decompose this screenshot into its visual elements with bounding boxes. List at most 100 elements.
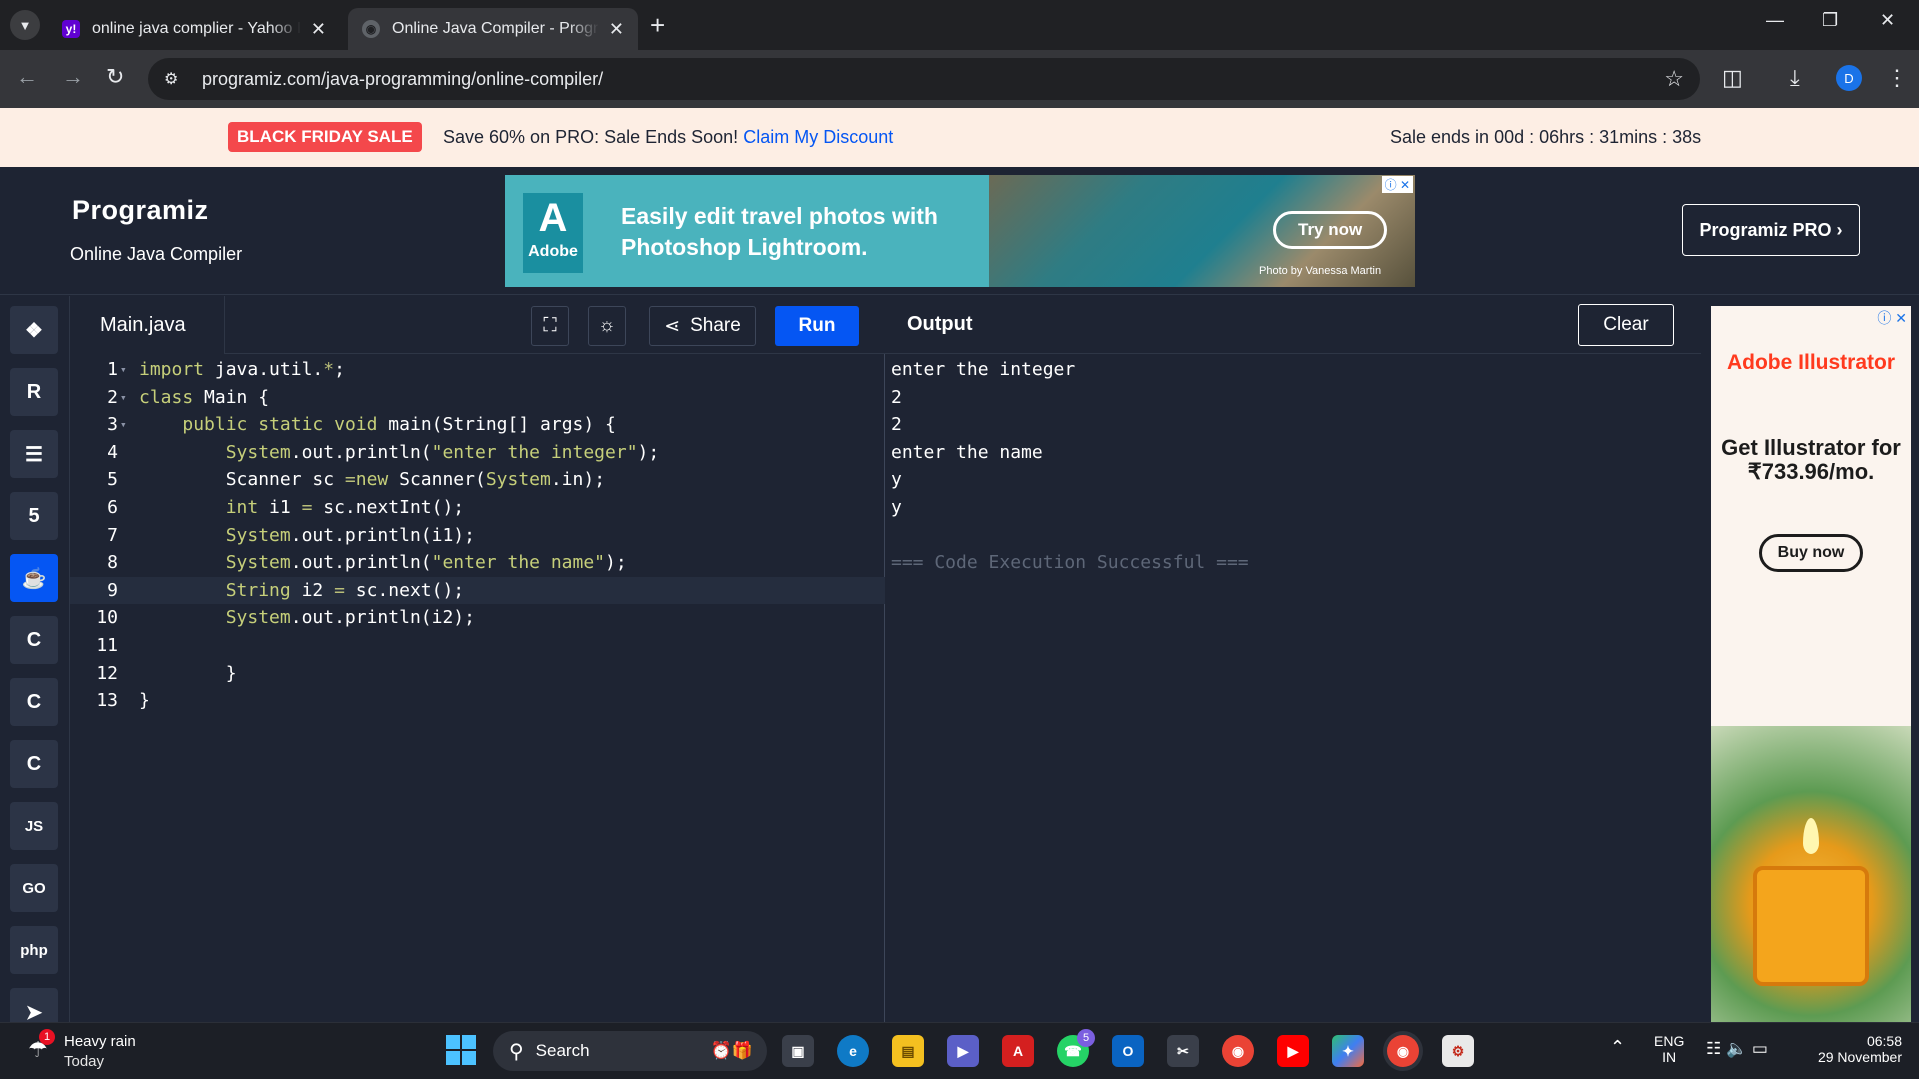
language-js-button[interactable]: JS (10, 802, 58, 850)
fold-arrow-icon[interactable]: ▾ (120, 384, 127, 411)
profile-avatar[interactable]: D (1836, 65, 1862, 91)
close-tab-icon[interactable]: ✕ (609, 19, 624, 40)
fold-arrow-icon[interactable]: ▾ (120, 356, 127, 383)
site-info-icon[interactable]: ⚙ (164, 69, 188, 89)
run-button[interactable]: Run (775, 306, 859, 346)
fullscreen-icon[interactable]: ⛶ (531, 306, 569, 346)
restore-icon[interactable]: ❐ (1822, 10, 1838, 31)
taskbar-search[interactable]: ⚲ Search ⏰🎁 (493, 1031, 767, 1071)
ad-brand: Adobe Illustrator (1726, 351, 1895, 374)
forward-icon[interactable]: → (62, 64, 84, 90)
back-icon[interactable]: ← (16, 64, 38, 90)
language-sql-button[interactable]: ☰ (10, 430, 58, 478)
snipping-tool-icon[interactable]: ✂ (1167, 1035, 1199, 1067)
code-line[interactable]: 3 ▾ public static void main(String[] args… (70, 411, 885, 438)
address-bar[interactable]: ⚙ programiz.com/java-programming/online-… (148, 58, 1700, 100)
bookmark-star-icon[interactable]: ☆ (1664, 66, 1684, 92)
code-line[interactable]: 7 System.out.println(i1); (70, 522, 885, 549)
app-icon[interactable]: ⚙ (1442, 1035, 1474, 1067)
wifi-volume-battery-icons[interactable]: ☷ 🔈 ▭ (1706, 1039, 1768, 1059)
top-ad-banner[interactable]: A Adobe Easily edit travel photos with P… (505, 175, 1415, 287)
task-view-icon[interactable]: ▣ (782, 1035, 814, 1067)
copilot-icon[interactable]: ✦ (1332, 1035, 1364, 1067)
php-icon: php (20, 941, 48, 959)
code-editor[interactable]: 1 ▾ import java.util.*; 2 ▾ class Main {3 ▾ pu… (70, 354, 885, 1022)
extensions-icon[interactable]: ◫ (1722, 65, 1743, 91)
language-cpp-button[interactable]: C (10, 678, 58, 726)
edge-icon[interactable]: e (837, 1035, 869, 1067)
programiz-pro-button[interactable]: Programiz PRO › (1682, 204, 1860, 256)
reload-icon[interactable]: ↻ (106, 64, 124, 90)
go-icon: GO (22, 879, 46, 897)
file-tab-main-java[interactable]: Main.java (70, 296, 225, 354)
code-line[interactable]: 1 ▾ import java.util.*; (70, 356, 885, 383)
theme-toggle-icon[interactable]: ☼ (588, 306, 626, 346)
youtube-icon[interactable]: ▶ (1277, 1035, 1309, 1067)
code-text: } (139, 662, 237, 684)
close-window-icon[interactable]: ✕ (1880, 10, 1895, 31)
language-r-button[interactable]: R (10, 368, 58, 416)
ad-close-icon[interactable]: ⓘ ✕ (1877, 308, 1907, 328)
language-python-button[interactable]: ❖ (10, 306, 58, 354)
browser-tab-yahoo[interactable]: y! online java complier - Yahoo In ✕ (48, 8, 340, 50)
show-hidden-icons[interactable]: ⌃ (1610, 1037, 1625, 1058)
clear-button[interactable]: Clear (1578, 304, 1674, 346)
search-icon: ⚲ (509, 1040, 524, 1063)
chrome-icon[interactable]: ◉ (1222, 1035, 1254, 1067)
minimize-icon[interactable]: — (1766, 10, 1784, 31)
code-line[interactable]: 11 (70, 632, 885, 659)
language-go-button[interactable]: GO (10, 864, 58, 912)
url-text[interactable]: programiz.com/java-programming/online-co… (202, 69, 603, 90)
promo-message: Save 60% on PRO: Sale Ends Soon! Claim M… (443, 127, 893, 148)
claim-discount-link[interactable]: Claim My Discount (743, 127, 893, 147)
acrobat-icon[interactable]: A (1002, 1035, 1034, 1067)
share-button[interactable]: ⋖ Share (649, 306, 756, 346)
share-icon: ⋖ (664, 315, 681, 337)
ad-buy-now-button[interactable]: Buy now (1759, 534, 1863, 572)
js-icon: JS (24, 817, 44, 835)
file-explorer-icon[interactable]: ▤ (892, 1035, 924, 1067)
code-line[interactable]: 4 System.out.println("enter the integer"… (70, 439, 885, 466)
language-csharp-button[interactable]: C (10, 740, 58, 788)
code-line[interactable]: 13} (70, 687, 885, 714)
new-tab-button[interactable]: + (650, 10, 665, 41)
tab-search-button[interactable]: ▼ (10, 10, 40, 40)
black-friday-badge: BLACK FRIDAY SALE (228, 122, 422, 152)
browser-tab-programiz[interactable]: ◉ Online Java Compiler - Progran ✕ (348, 8, 638, 50)
code-line[interactable]: 5 Scanner sc =new Scanner(System.in); (70, 466, 885, 493)
language-c-button[interactable]: C (10, 616, 58, 664)
language-indicator[interactable]: ENG IN (1654, 1033, 1684, 1065)
programiz-logo[interactable]: Programiz (72, 195, 209, 226)
ad-close-icon[interactable]: ⓘ ✕ (1381, 176, 1413, 193)
output-line: enter the name (891, 441, 1043, 463)
line-number: 8 (107, 552, 118, 574)
code-line[interactable]: 8 System.out.println("enter the name"); (70, 549, 885, 576)
ad-photo-credit: Photo by Vanessa Martin (1259, 265, 1382, 277)
download-icon[interactable]: ⤓ (1790, 65, 1800, 91)
output-line: y (891, 469, 902, 491)
side-ad-banner[interactable]: ⓘ ✕ Adobe Illustrator Get Illustrator fo… (1711, 306, 1911, 1022)
code-text: public static void main(String[] args) { (182, 414, 616, 436)
html-icon: 5 (28, 504, 40, 527)
code-line[interactable]: 2 ▾ class Main { (70, 384, 885, 411)
language-html-button[interactable]: 5 (10, 492, 58, 540)
video-editor-icon[interactable]: ▶ (947, 1035, 979, 1067)
code-line[interactable]: 9 String i2 = sc.next(); (70, 576, 885, 604)
chrome-profile-icon[interactable]: ◉ (1387, 1035, 1419, 1067)
code-line[interactable]: 6 int i1 = sc.nextInt(); (70, 494, 885, 521)
menu-kebab-icon[interactable]: ⋮ (1886, 65, 1908, 91)
fold-arrow-icon[interactable]: ▾ (120, 411, 127, 438)
clock[interactable]: 06:58 29 November (1798, 1033, 1902, 1065)
windows-start-icon[interactable] (446, 1035, 476, 1065)
language-java-button[interactable]: ☕ (10, 554, 58, 602)
output-console[interactable]: enter the integer 2 2 enter the name y y === C… (885, 354, 1701, 1022)
ad-try-now-button[interactable]: Try now (1273, 211, 1388, 249)
code-line[interactable]: 12 } (70, 660, 885, 687)
code-line[interactable]: 10 System.out.println(i2); (70, 604, 885, 631)
language-php-button[interactable]: php (10, 926, 58, 974)
close-tab-icon[interactable]: ✕ (311, 19, 326, 40)
search-label: Search (535, 1041, 590, 1060)
outlook-icon[interactable]: O (1112, 1035, 1144, 1067)
promo-banner: BLACK FRIDAY SALE Save 60% on PRO: Sale … (0, 108, 1919, 167)
code-text: System.out.println(i2); (225, 607, 475, 629)
